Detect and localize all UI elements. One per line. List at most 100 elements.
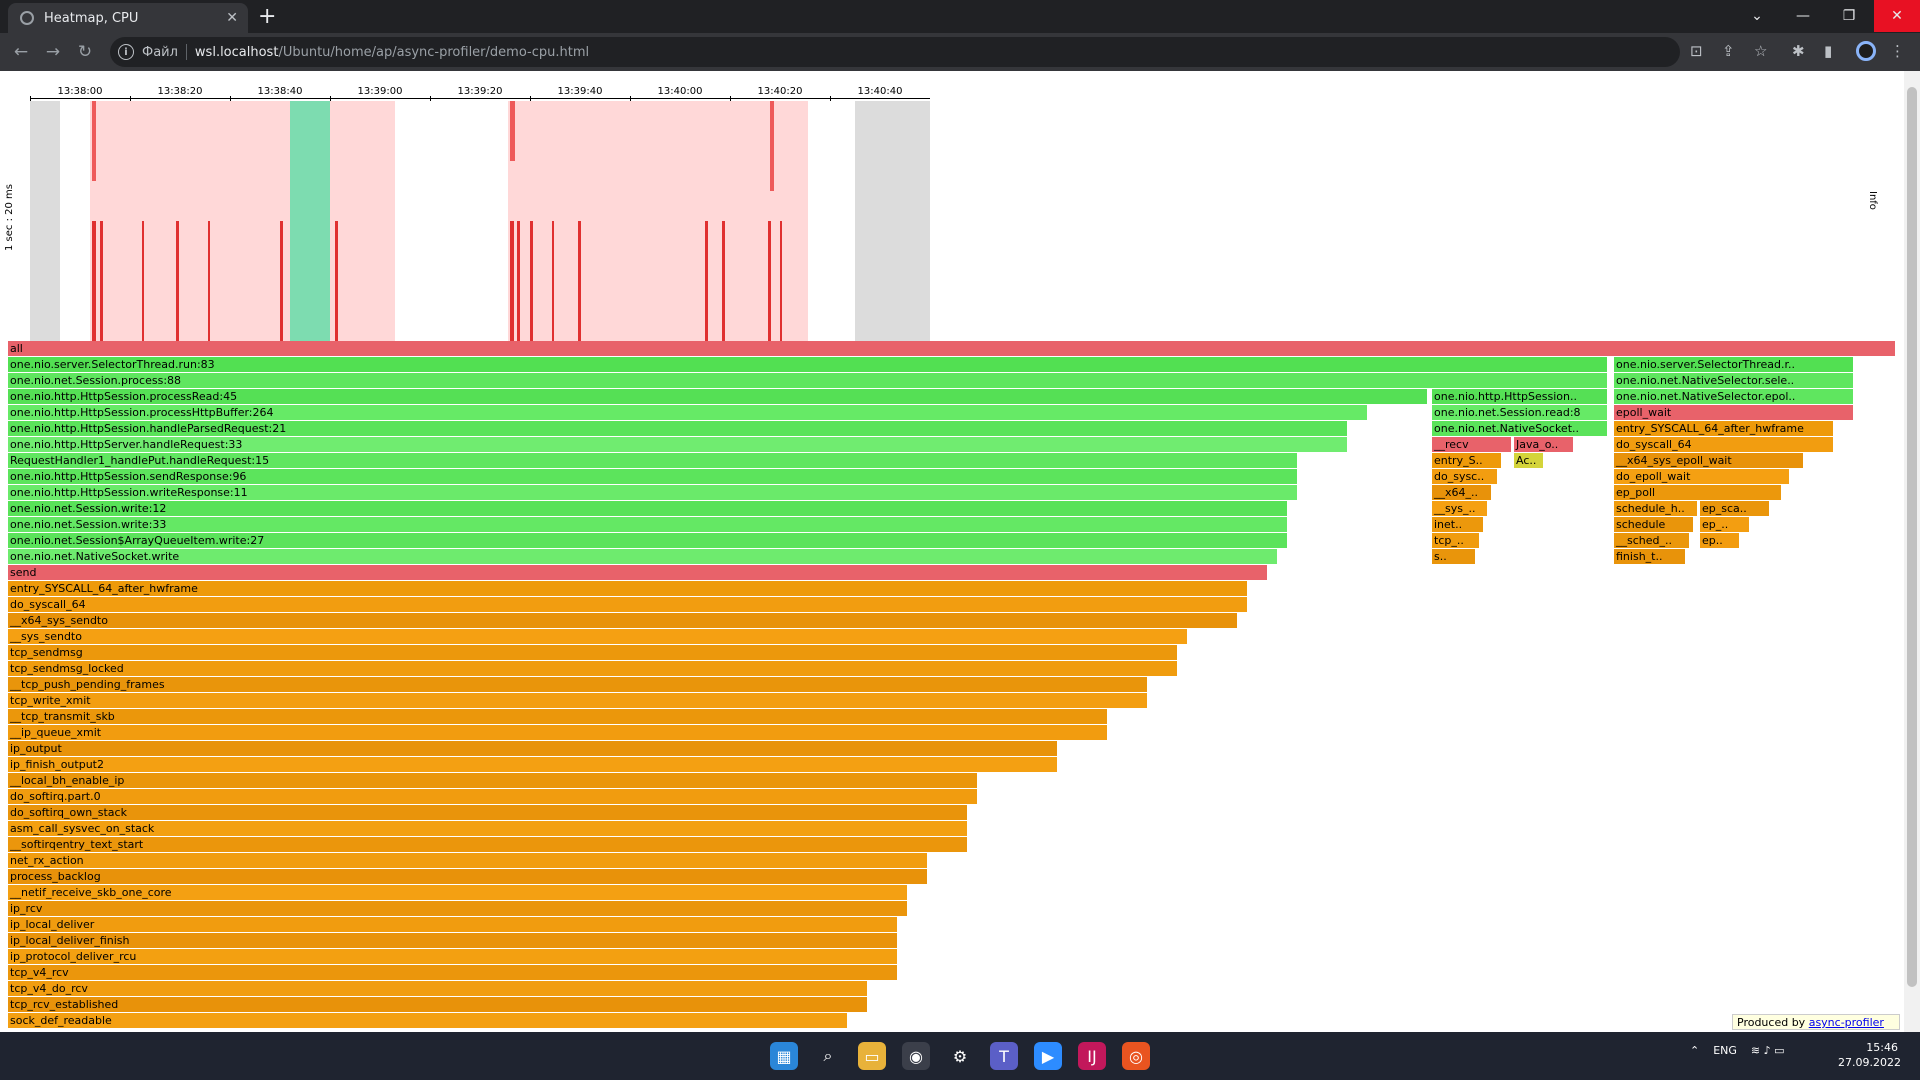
flame-frame[interactable]: one.nio.http.HttpSession.. xyxy=(1432,389,1608,404)
back-arrow-icon[interactable]: ← xyxy=(8,39,34,65)
flame-frame[interactable]: tcp_sendmsg_locked xyxy=(8,661,1178,676)
flame-frame[interactable]: Ac.. xyxy=(1514,453,1544,468)
scrollbar-thumb[interactable] xyxy=(1907,87,1917,987)
share-icon[interactable]: ⇪ xyxy=(1722,42,1735,60)
flame-frame[interactable]: sock_def_readable xyxy=(8,1013,848,1028)
flame-frame[interactable]: finish_t.. xyxy=(1614,549,1686,564)
flame-frame[interactable]: tcp_write_xmit xyxy=(8,693,1148,708)
reload-icon[interactable]: ↻ xyxy=(72,39,98,65)
flame-frame[interactable]: Java_o.. xyxy=(1514,437,1574,452)
flame-frame[interactable]: __x64_.. xyxy=(1432,485,1492,500)
profile-avatar-icon[interactable] xyxy=(1856,41,1876,61)
battery-icon[interactable]: ▭ xyxy=(1774,1044,1784,1057)
flame-frame[interactable]: one.nio.http.HttpSession.sendResponse:96 xyxy=(8,469,1298,484)
flame-frame[interactable]: one.nio.server.SelectorThread.run:83 xyxy=(8,357,1608,372)
teams-icon[interactable]: T xyxy=(990,1042,1018,1070)
flame-frame[interactable]: schedule_h.. xyxy=(1614,501,1698,516)
forward-arrow-icon[interactable]: → xyxy=(40,39,66,65)
flame-frame[interactable]: ep.. xyxy=(1700,533,1740,548)
side-panel-icon[interactable]: ▮ xyxy=(1824,42,1832,60)
info-toggle[interactable]: Info xyxy=(1867,191,1878,210)
new-tab-button[interactable]: + xyxy=(258,4,276,29)
flame-frame[interactable]: do_softirq.part.0 xyxy=(8,789,978,804)
flame-frame[interactable]: __sys_.. xyxy=(1432,501,1488,516)
flame-frame[interactable]: tcp_v4_rcv xyxy=(8,965,898,980)
flame-frame[interactable]: __sched_.. xyxy=(1614,533,1690,548)
flame-frame[interactable]: tcp_v4_do_rcv xyxy=(8,981,868,996)
flame-frame[interactable]: one.nio.net.NativeSocket.write xyxy=(8,549,1278,564)
flame-frame[interactable]: tcp_rcv_established xyxy=(8,997,868,1012)
flame-frame[interactable]: one.nio.http.HttpSession.handleParsedReq… xyxy=(8,421,1348,436)
menu-kebab-icon[interactable]: ⋮ xyxy=(1890,42,1905,60)
flame-frame[interactable]: one.nio.net.NativeSelector.epol.. xyxy=(1614,389,1854,404)
flame-frame[interactable]: one.nio.net.Session.write:33 xyxy=(8,517,1288,532)
flame-frame[interactable]: one.nio.net.Session$ArrayQueueItem.write… xyxy=(8,533,1288,548)
start-windows-icon[interactable]: ▦ xyxy=(770,1042,798,1070)
tray-chevron-icon[interactable]: ⌃ xyxy=(1690,1044,1699,1057)
flame-frame[interactable]: inet.. xyxy=(1432,517,1484,532)
flame-frame[interactable]: one.nio.http.HttpSession.writeResponse:1… xyxy=(8,485,1298,500)
close-window-button[interactable]: ✕ xyxy=(1874,0,1920,32)
close-tab-icon[interactable]: ✕ xyxy=(226,10,238,26)
flame-frame[interactable]: ip_local_deliver xyxy=(8,917,898,932)
flame-frame[interactable]: s.. xyxy=(1432,549,1476,564)
flame-frame[interactable]: entry_SYSCALL_64_after_hwframe xyxy=(1614,421,1834,436)
flame-frame[interactable]: one.nio.net.NativeSocket.. xyxy=(1432,421,1608,436)
volume-icon[interactable]: ♪ xyxy=(1764,1044,1771,1057)
intellij-icon[interactable]: IJ xyxy=(1078,1042,1106,1070)
flame-frame[interactable]: ip_protocol_deliver_rcu xyxy=(8,949,898,964)
flame-frame[interactable]: __sys_sendto xyxy=(8,629,1188,644)
flame-frame[interactable]: one.nio.http.HttpSession.processRead:45 xyxy=(8,389,1428,404)
translate-icon[interactable]: ⊡ xyxy=(1690,42,1703,60)
flame-frame[interactable]: one.nio.net.NativeSelector.sele.. xyxy=(1614,373,1854,388)
flame-frame[interactable]: one.nio.server.SelectorThread.r.. xyxy=(1614,357,1854,372)
bookmark-star-icon[interactable]: ☆ xyxy=(1754,42,1767,60)
flame-frame[interactable]: do_sysc.. xyxy=(1432,469,1498,484)
file-explorer-icon[interactable]: ▭ xyxy=(858,1042,886,1070)
flame-frame[interactable]: ip_output xyxy=(8,741,1058,756)
flame-frame[interactable]: one.nio.net.Session.read:8 xyxy=(1432,405,1608,420)
flame-frame[interactable]: ip_finish_output2 xyxy=(8,757,1058,772)
flame-frame[interactable]: __x64_sys_epoll_wait xyxy=(1614,453,1804,468)
flame-frame[interactable]: epoll_wait xyxy=(1614,405,1854,420)
flame-frame[interactable]: net_rx_action xyxy=(8,853,928,868)
flame-frame[interactable]: ip_rcv xyxy=(8,901,908,916)
flame-frame[interactable]: __ip_queue_xmit xyxy=(8,725,1108,740)
minimize-button[interactable]: — xyxy=(1780,0,1826,32)
flame-frame[interactable]: all xyxy=(8,341,1896,356)
flame-frame[interactable]: asm_call_sysvec_on_stack xyxy=(8,821,968,836)
flame-frame[interactable]: ip_local_deliver_finish xyxy=(8,933,898,948)
flame-frame[interactable]: __netif_receive_skb_one_core xyxy=(8,885,908,900)
flame-frame[interactable]: one.nio.http.HttpServer.handleRequest:33 xyxy=(8,437,1348,452)
flame-frame[interactable]: schedule xyxy=(1614,517,1694,532)
flame-frame[interactable]: tcp_sendmsg xyxy=(8,645,1178,660)
tab-heatmap[interactable]: Heatmap, CPU ✕ xyxy=(8,3,248,33)
ubuntu-icon[interactable]: ◎ xyxy=(1122,1042,1150,1070)
wifi-icon[interactable]: ≋ xyxy=(1751,1044,1760,1057)
restore-button[interactable]: ❐ xyxy=(1826,0,1872,32)
flame-frame[interactable]: one.nio.net.Session.write:12 xyxy=(8,501,1288,516)
flame-frame[interactable]: do_syscall_64 xyxy=(8,597,1248,612)
flame-frame[interactable]: send xyxy=(8,565,1268,580)
flame-frame[interactable]: __x64_sys_sendto xyxy=(8,613,1238,628)
async-profiler-link[interactable]: async-profiler xyxy=(1809,1016,1884,1029)
info-icon[interactable]: i xyxy=(118,44,134,60)
flame-frame[interactable]: do_syscall_64 xyxy=(1614,437,1834,452)
flame-frame[interactable]: ep_sca.. xyxy=(1700,501,1770,516)
chrome-icon[interactable]: ◉ xyxy=(902,1042,930,1070)
tab-search-icon[interactable]: ⌄ xyxy=(1734,0,1780,32)
language-indicator[interactable]: ENG xyxy=(1713,1044,1737,1057)
flame-frame[interactable]: process_backlog xyxy=(8,869,928,884)
flame-frame[interactable]: __tcp_push_pending_frames xyxy=(8,677,1148,692)
flame-frame[interactable]: __recv xyxy=(1432,437,1512,452)
flame-frame[interactable]: __local_bh_enable_ip xyxy=(8,773,978,788)
flame-frame[interactable]: entry_S.. xyxy=(1432,453,1502,468)
flame-frame[interactable]: ep_.. xyxy=(1700,517,1750,532)
address-bar[interactable]: i Файл wsl.localhost /Ubuntu/home/ap/asy… xyxy=(110,37,1680,67)
zoom-icon[interactable]: ▶ xyxy=(1034,1042,1062,1070)
flame-frame[interactable]: do_softirq_own_stack xyxy=(8,805,968,820)
flame-frame[interactable]: one.nio.net.Session.process:88 xyxy=(8,373,1608,388)
taskbar-clock[interactable]: 15:46 27.09.2022 xyxy=(1838,1040,1901,1070)
search-icon[interactable]: ⌕ xyxy=(814,1042,842,1070)
flame-frame[interactable]: ep_poll xyxy=(1614,485,1782,500)
